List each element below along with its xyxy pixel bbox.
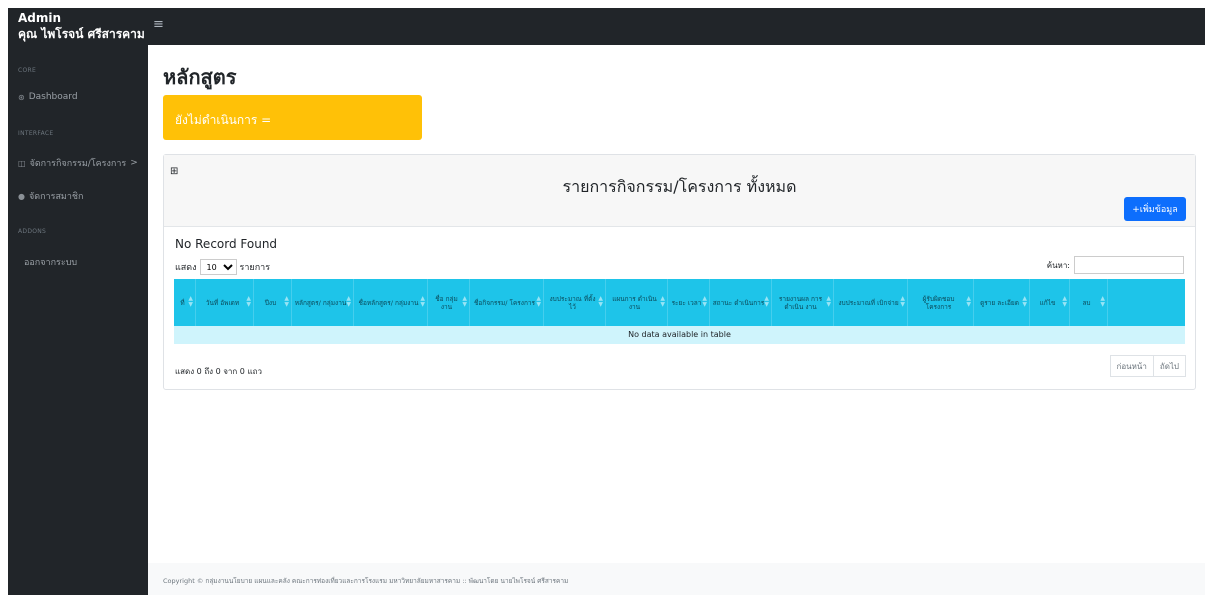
table-search: ค้นหา: <box>1047 256 1184 274</box>
table-info: แสดง 0 ถึง 0 จาก 0 แถว <box>175 367 262 376</box>
sort-icon: ▲ ▼ <box>284 295 289 308</box>
page-length-control: แสดง 10 รายการ <box>175 259 270 275</box>
column-header-label: รายงานผล การดำเนิน งาน <box>778 294 823 311</box>
column-header[interactable]: แก้ไข ▲ ▼ <box>1030 279 1070 326</box>
sidebar-toggle-icon[interactable]: ≡ <box>153 17 164 32</box>
sort-icon: ▲ ▼ <box>246 295 251 308</box>
sort-icon: ▲ ▼ <box>826 295 831 308</box>
user-icon: ● <box>18 191 25 201</box>
search-input[interactable] <box>1074 256 1184 274</box>
columns-icon: ◫ <box>18 158 26 168</box>
no-record-message: No Record Found <box>175 237 278 251</box>
sort-icon: ▲ ▼ <box>536 295 541 308</box>
sort-icon: ▲ ▼ <box>1100 295 1105 308</box>
projects-card: ⊞ รายการกิจกรรม/โครงการ ทั้งหมด +เพิ่มข้… <box>163 154 1196 390</box>
column-header-label: แก้ไข <box>1039 298 1056 307</box>
column-header-label: ระยะ เวลา <box>671 298 702 307</box>
sort-icon: ▲ ▼ <box>764 295 769 308</box>
brand-title: Admin <box>18 11 62 25</box>
sort-icon: ▲ ▼ <box>660 295 665 308</box>
table-empty-row: No data available in table <box>174 326 1185 344</box>
sidebar-item-label: Dashboard <box>28 92 78 102</box>
column-header[interactable]: ชื่อกิจกรรม/ โครงการ ▲ ▼ <box>470 279 544 326</box>
sidebar-heading-core: CORE <box>18 67 37 74</box>
sort-icon: ▲ ▼ <box>462 295 467 308</box>
main-content: หลักสูตร ยังไม่ดำเนินการ = ⊞ รายการกิจกร… <box>148 45 1205 595</box>
column-header[interactable]: วันที่ อัพเดท ▲ ▼ <box>196 279 254 326</box>
sidebar: CORE ⊛ Dashboard INTERFACE ◫ จัดการกิจกร… <box>8 45 148 595</box>
length-prefix: แสดง <box>175 263 197 273</box>
column-header[interactable]: ชื่อ กลุ่ม งาน ▲ ▼ <box>428 279 470 326</box>
pagination: ก่อนหน้า ถัดไป <box>1109 355 1186 377</box>
column-header-label: ผู้รับผิดชอบ โครงการ <box>922 294 955 311</box>
add-record-button[interactable]: +เพิ่มข้อมูล <box>1124 197 1186 221</box>
pagination-prev-button[interactable]: ก่อนหน้า <box>1109 355 1154 377</box>
sort-icon: ▲ ▼ <box>900 295 905 308</box>
status-card-label: ยังไม่ดำเนินการ = <box>175 113 272 127</box>
sort-icon: ▲ ▼ <box>1022 295 1027 308</box>
column-header[interactable]: รายงานผล การดำเนิน งาน ▲ ▼ <box>772 279 834 326</box>
column-header[interactable]: ชื่อหลักสูตร/ กลุ่มงาน ▲ ▼ <box>354 279 428 326</box>
column-header-label: ปีงบ <box>264 298 277 307</box>
column-header[interactable]: หลักสูตร/ กลุ่มงาน ▲ ▼ <box>292 279 354 326</box>
column-header[interactable]: ที่ ▲ ▼ <box>174 279 196 326</box>
brand-user-name: คุณ ไพโรจน์ ศรีสารคาม <box>18 27 145 41</box>
page-title: หลักสูตร <box>163 65 237 89</box>
sidebar-item-label: จัดการกิจกรรม/โครงการ <box>29 159 127 169</box>
column-header[interactable]: สถานะ ดำเนินการ ▲ ▼ <box>710 279 772 326</box>
sort-icon: ▲ ▼ <box>598 295 603 308</box>
search-label: ค้นหา: <box>1046 260 1070 270</box>
column-header-label: ชื่อ กลุ่ม งาน <box>435 294 458 311</box>
sidebar-heading-interface: INTERFACE <box>18 130 54 137</box>
column-header[interactable]: ลบ ▲ ▼ <box>1070 279 1108 326</box>
sort-icon: ▲ ▼ <box>420 295 425 308</box>
sort-icon: ▲ ▼ <box>188 295 193 308</box>
table-header-row: ที่ ▲ ▼ วันที่ อัพเดท ▲ ▼ ปีงบ ▲ ▼ หลักสูตร/ กลุ่… <box>174 279 1185 326</box>
pagination-next-button[interactable]: ถัดไป <box>1153 355 1186 377</box>
card-header: ⊞ รายการกิจกรรม/โครงการ ทั้งหมด +เพิ่มข้… <box>164 155 1195 227</box>
status-card-pending[interactable]: ยังไม่ดำเนินการ = <box>163 95 422 140</box>
column-header[interactable]: ปีงบ ▲ ▼ <box>254 279 292 326</box>
column-header-label: งบประมาณ ที่ตั้งไว้ <box>549 294 596 311</box>
column-header-label: แผนการ ดำเนินงาน <box>612 294 657 311</box>
navbar-brand[interactable]: Admin คุณ ไพโรจน์ ศรีสารคาม <box>18 10 145 42</box>
footer: Copyright © กลุ่มงานนโยบาย แผนและคลัง คณ… <box>148 563 1205 595</box>
card-title: รายการกิจกรรม/โครงการ ทั้งหมด <box>562 177 797 196</box>
column-header-label: ชื่อหลักสูตร/ กลุ่มงาน <box>358 298 419 307</box>
sort-icon: ▲ ▼ <box>1062 295 1067 308</box>
sidebar-item-members[interactable]: ● จัดการสมาชิก <box>18 189 83 203</box>
sidebar-item-projects[interactable]: ◫ จัดการกิจกรรม/โครงการ > <box>18 156 138 170</box>
sort-icon: ▲ ▼ <box>966 295 971 308</box>
column-header[interactable]: แผนการ ดำเนินงาน ▲ ▼ <box>606 279 668 326</box>
column-header-label: งบประมาณที่ เบิกจ่าย <box>838 298 899 307</box>
top-navbar: Admin คุณ ไพโรจน์ ศรีสารคาม ≡ <box>8 8 1205 45</box>
column-header-label: ดูราย ละเอียด <box>980 298 1019 307</box>
column-header-label: ลบ <box>1082 298 1091 307</box>
sidebar-item-label: จัดการสมาชิก <box>28 192 84 202</box>
page-length-select[interactable]: 10 <box>199 259 237 275</box>
sort-icon: ▲ ▼ <box>346 295 351 308</box>
sidebar-item-logout[interactable]: ออกจากระบบ <box>24 255 77 269</box>
sidebar-item-label: ออกจากระบบ <box>24 258 78 268</box>
footer-copyright: Copyright © กลุ่มงานนโยบาย แผนและคลัง คณ… <box>163 577 569 585</box>
column-header-label: ที่ <box>180 298 185 307</box>
dashboard-icon: ⊛ <box>18 92 25 102</box>
column-header-label: วันที่ อัพเดท <box>205 298 240 307</box>
column-header-label: ชื่อกิจกรรม/ โครงการ <box>473 298 536 307</box>
column-header-label: หลักสูตร/ กลุ่มงาน <box>294 298 347 307</box>
sort-icon: ▲ ▼ <box>702 295 707 308</box>
column-header[interactable]: ระยะ เวลา ▲ ▼ <box>668 279 710 326</box>
sidebar-item-dashboard[interactable]: ⊛ Dashboard <box>18 92 78 102</box>
column-header[interactable]: ผู้รับผิดชอบ โครงการ ▲ ▼ <box>908 279 974 326</box>
column-header[interactable]: ดูราย ละเอียด ▲ ▼ <box>974 279 1030 326</box>
column-header[interactable]: งบประมาณที่ เบิกจ่าย ▲ ▼ <box>834 279 908 326</box>
column-header-label: สถานะ ดำเนินการ <box>712 298 765 307</box>
column-header[interactable]: งบประมาณ ที่ตั้งไว้ ▲ ▼ <box>544 279 606 326</box>
chevron-right-icon: > <box>130 158 138 168</box>
sidebar-heading-addons: ADDONS <box>18 228 47 235</box>
length-suffix: รายการ <box>239 263 271 273</box>
